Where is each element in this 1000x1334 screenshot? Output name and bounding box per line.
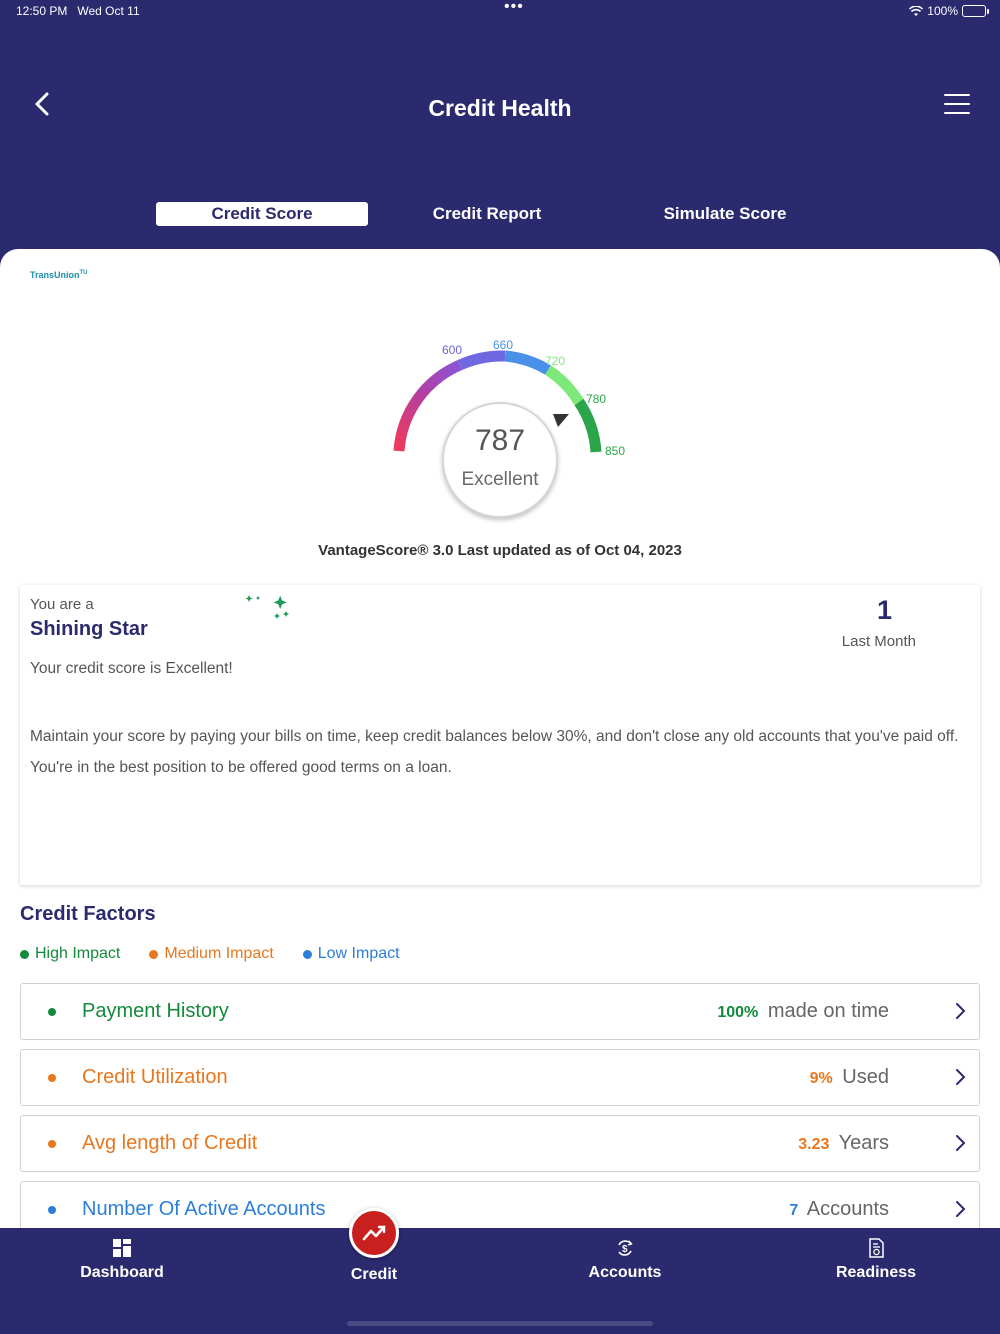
factor-name: Payment History: [82, 1000, 229, 1022]
nav-accounts[interactable]: $ Accounts: [525, 1228, 725, 1308]
header-bar: 12:50 PM Wed Oct 11 ••• 100% Credit Heal…: [0, 0, 1000, 280]
summary-title: Shining Star: [30, 618, 148, 640]
nav-label: Credit: [350, 1266, 398, 1283]
impact-legend: High Impact Medium Impact Low Impact: [20, 945, 400, 963]
gauge-arc-fair: [457, 350, 506, 371]
trend-up-icon: [362, 1225, 386, 1241]
impact-dot-icon: [48, 1008, 56, 1016]
factor-value: 100% made on time: [717, 1000, 889, 1022]
gauge-tick-780: 780: [586, 392, 606, 406]
tab-bar: Credit Score Credit Report Simulate Scor…: [0, 202, 1000, 228]
nav-dashboard[interactable]: Dashboard: [22, 1228, 222, 1308]
status-bar: 12:50 PM Wed Oct 11 ••• 100%: [16, 0, 989, 20]
impact-dot-icon: [48, 1074, 56, 1082]
status-time: 12:50 PM Wed Oct 11: [16, 4, 140, 18]
gauge-arc-good: [504, 350, 551, 375]
home-indicator: [347, 1321, 653, 1326]
page-title: Credit Health: [428, 95, 572, 121]
gauge-arc-verygood: [544, 365, 584, 405]
dashboard-grid-icon: [113, 1239, 131, 1257]
tab-credit-score[interactable]: Credit Score: [156, 202, 368, 226]
chevron-right-icon: [956, 1135, 966, 1151]
factor-name: Credit Utilization: [82, 1066, 228, 1088]
legend-dot-icon: [20, 949, 29, 959]
tab-credit-report[interactable]: Credit Report: [392, 202, 582, 226]
status-right: 100%: [909, 4, 989, 18]
credit-factors-title: Credit Factors: [20, 903, 156, 925]
factor-avg-length-credit[interactable]: Avg length of Credit 3.23 Years: [20, 1115, 980, 1172]
nav-readiness[interactable]: Readiness: [776, 1228, 976, 1308]
hamburger-menu-icon[interactable]: [944, 94, 970, 116]
tab-simulate-score[interactable]: Simulate Score: [620, 202, 830, 226]
sparkle-icon: [245, 595, 289, 619]
summary-prefix: You are a: [30, 596, 94, 613]
summary-advice: Maintain your score by paying your bills…: [30, 728, 959, 776]
impact-dot-icon: [48, 1206, 56, 1214]
score-summary-card: You are a Shining Star 1 Last Month Your…: [20, 585, 980, 885]
nav-label: Accounts: [588, 1264, 662, 1281]
gauge-tick-720: 720: [545, 354, 565, 368]
factor-value: 7 Accounts: [789, 1198, 889, 1220]
transunion-logo: TransUnionTU: [30, 270, 88, 280]
legend-medium-impact: Medium Impact: [149, 945, 274, 963]
factor-value: 3.23 Years: [798, 1132, 889, 1154]
chevron-right-icon: [956, 1201, 966, 1217]
credit-score-rating: Excellent: [461, 469, 539, 490]
legend-high-impact: High Impact: [20, 945, 120, 963]
gauge-tick-660: 660: [493, 338, 513, 352]
nav-label: Readiness: [835, 1264, 917, 1281]
summary-message: Your credit score is Excellent!: [30, 660, 233, 677]
gauge-arc-excellent: [574, 398, 602, 453]
dollar-cycle-icon: $: [618, 1240, 633, 1256]
legend-dot-icon: [302, 949, 312, 959]
gauge-tick-850: 850: [605, 444, 625, 458]
bottom-nav: Dashboard Credit $ Accounts Readiness: [0, 1228, 1000, 1334]
svg-text:$: $: [622, 1244, 628, 1255]
summary-count-label: Last Month: [841, 633, 916, 650]
factor-credit-utilization[interactable]: Credit Utilization 9% Used: [20, 1049, 980, 1106]
legend-dot-icon: [149, 949, 159, 959]
score-circle: [442, 402, 558, 518]
battery-percent: 100%: [927, 4, 958, 18]
chevron-right-icon: [956, 1003, 966, 1019]
factor-name: Avg length of Credit: [82, 1132, 258, 1154]
credit-active-button[interactable]: [349, 1208, 399, 1258]
chevron-right-icon: [956, 1069, 966, 1085]
impact-dot-icon: [48, 1140, 56, 1148]
document-icon: [869, 1238, 884, 1258]
more-dots-icon[interactable]: •••: [504, 0, 524, 16]
factor-payment-history[interactable]: Payment History 100% made on time: [20, 983, 980, 1040]
score-updated-text: VantageScore® 3.0 Last updated as of Oct…: [318, 542, 682, 559]
gauge-tick-600: 600: [442, 343, 462, 357]
summary-count: 1: [876, 595, 892, 625]
legend-low-impact: Low Impact: [302, 945, 400, 963]
wifi-icon: [909, 5, 924, 16]
credit-score-value: 787: [474, 424, 526, 457]
nav-label: Dashboard: [80, 1264, 164, 1281]
battery-icon: [962, 5, 989, 17]
factor-value: 9% Used: [809, 1066, 889, 1088]
factor-name: Number Of Active Accounts: [82, 1198, 326, 1220]
